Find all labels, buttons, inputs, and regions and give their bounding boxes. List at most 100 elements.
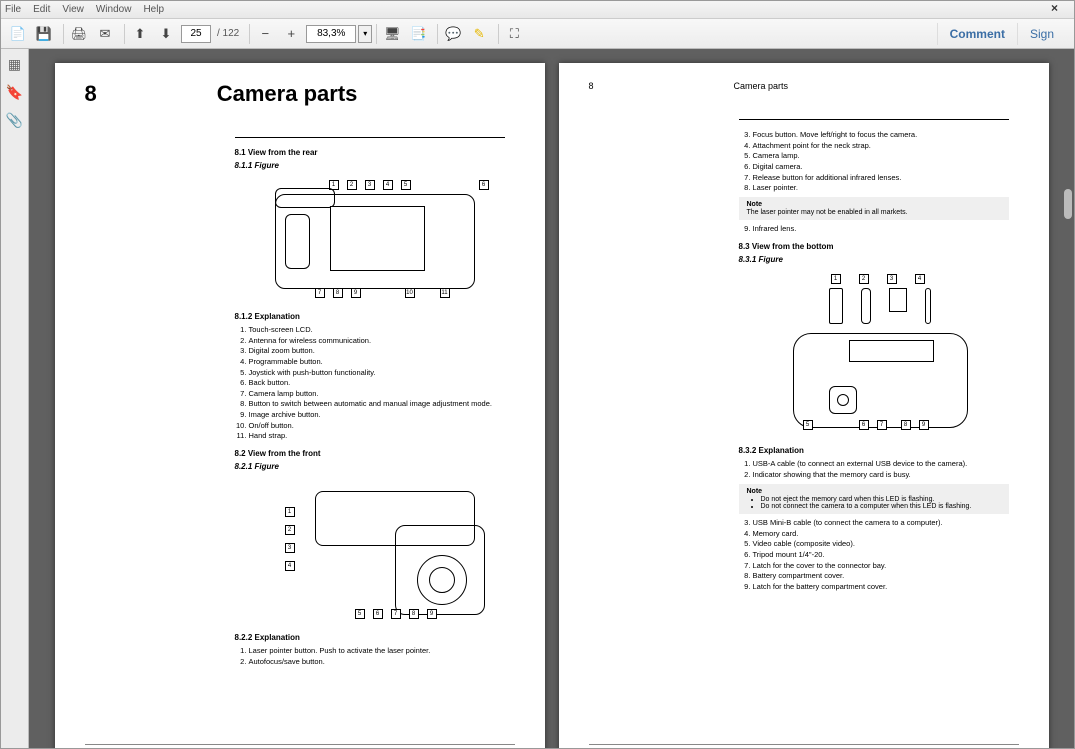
print-icon[interactable]: 🖨 (68, 23, 90, 45)
figure-heading: 8.1.1 Figure (235, 161, 505, 170)
toolbar-right: Comment Sign (937, 23, 1066, 45)
list-item: Laser pointer. (753, 183, 1009, 193)
note-text: Do not eject the memory card when this L… (761, 496, 1001, 503)
list-item: Memory card. (753, 529, 1009, 539)
tool-icon[interactable]: 📑 (407, 23, 429, 45)
rule (235, 137, 505, 138)
list-item: Video cable (composite video). (753, 539, 1009, 549)
section-heading: 8.3.2 Explanation (739, 446, 1009, 455)
separator (437, 24, 438, 44)
list-item: Image archive button. (249, 410, 505, 420)
list-item: Touch-screen LCD. (249, 325, 505, 335)
menu-window[interactable]: Window (96, 4, 132, 15)
email-icon[interactable]: ✉ (94, 23, 116, 45)
section-heading: 8.1 View from the rear (235, 148, 505, 157)
list-item: Latch for the cover to the connector bay… (753, 561, 1009, 571)
list-item: Camera lamp. (753, 151, 1009, 161)
comment-panel-button[interactable]: Comment (937, 23, 1017, 45)
list-item: Indicator showing that the memory card i… (753, 470, 1009, 480)
zoom-dropdown-icon[interactable]: ▾ (358, 25, 372, 43)
section-heading: 8.1.2 Explanation (235, 312, 505, 321)
pdf-reader-window: File Edit View Window Help × 📄 💾 🖨 ✉ ⬆ ⬇… (0, 0, 1075, 749)
document-viewer[interactable]: 8 Camera parts 8.1 View from the rear 8.… (29, 49, 1074, 748)
list-item: Attachment point for the neck strap. (753, 141, 1009, 151)
page-number-input[interactable] (181, 25, 211, 43)
page-total-label: / 122 (217, 28, 239, 39)
page-down-icon[interactable]: ⬇ (155, 23, 177, 45)
zoom-out-icon[interactable]: − (254, 23, 276, 45)
rule (739, 119, 1009, 120)
page-left: 8 Camera parts 8.1 View from the rear 8.… (55, 63, 545, 748)
close-icon[interactable]: × (1051, 1, 1058, 15)
figure-front-view: 1 2 3 4 56789 (235, 475, 505, 625)
thumbnails-icon[interactable]: ▦ (6, 55, 24, 73)
separator (376, 24, 377, 44)
list-item: Digital zoom button. (249, 346, 505, 356)
list-item: Back button. (249, 378, 505, 388)
page-up-icon[interactable]: ⬆ (129, 23, 151, 45)
separator (63, 24, 64, 44)
separator (124, 24, 125, 44)
tool-icon[interactable]: 🖥 (381, 23, 403, 45)
note-title: Note (747, 488, 1001, 495)
note-title: Note (747, 201, 1001, 208)
menu-help[interactable]: Help (143, 4, 164, 15)
section-heading: 8.2 View from the front (235, 449, 505, 458)
page-right: 8 Camera parts Focus button. Move left/r… (559, 63, 1049, 748)
menu-view[interactable]: View (62, 4, 84, 15)
sign-panel-button[interactable]: Sign (1017, 23, 1066, 45)
explanation-list: Touch-screen LCD.Antenna for wireless co… (235, 325, 505, 441)
left-sidebar: ▦ 🔖 📎 (1, 49, 29, 748)
explanation-list: USB Mini-B cable (to connect the camera … (739, 518, 1009, 592)
section-heading: 8.2.2 Explanation (235, 633, 505, 642)
note-box: Note Do not eject the memory card when t… (739, 484, 1009, 514)
bookmark-icon[interactable]: 🔖 (6, 83, 24, 101)
list-item: USB Mini-B cable (to connect the camera … (753, 518, 1009, 528)
note-text: The laser pointer may not be enabled in … (747, 209, 908, 216)
list-item: On/off button. (249, 421, 505, 431)
list-item: Tripod mount 1/4"-20. (753, 550, 1009, 560)
list-item: Programmable button. (249, 357, 505, 367)
list-item: Battery compartment cover. (753, 571, 1009, 581)
figure-heading: 8.3.1 Figure (739, 255, 1009, 264)
list-item: Digital camera. (753, 162, 1009, 172)
list-item: Autofocus/save button. (249, 657, 505, 667)
comment-bubble-icon[interactable]: 💬 (442, 23, 464, 45)
vertical-scrollbar[interactable] (1064, 49, 1072, 748)
zoom-in-icon[interactable]: + (280, 23, 302, 45)
list-item: Button to switch between automatic and m… (249, 399, 505, 409)
zoom-input[interactable] (306, 25, 356, 43)
explanation-list: Infrared lens. (739, 224, 1009, 234)
section-heading: 8.3 View from the bottom (739, 242, 1009, 251)
list-item: Camera lamp button. (249, 389, 505, 399)
figure-bottom-view: 1234 6789 5 (739, 268, 1009, 438)
separator (249, 24, 250, 44)
note-box: Note The laser pointer may not be enable… (739, 197, 1009, 220)
list-item: Release button for additional infrared l… (753, 173, 1009, 183)
save-icon[interactable]: 💾 (33, 23, 55, 45)
list-item: Latch for the battery compartment cover. (753, 582, 1009, 592)
highlight-icon[interactable]: ✎ (468, 23, 490, 45)
list-item: Hand strap. (249, 431, 505, 441)
main-area: ▦ 🔖 📎 8 Camera parts 8.1 View from the r… (1, 49, 1074, 748)
open-icon[interactable]: 📄 (7, 23, 29, 45)
explanation-list: Focus button. Move left/right to focus t… (739, 130, 1009, 193)
figure-rear-view: 12345 6 789 10 11 (235, 174, 505, 304)
toolbar: 📄 💾 🖨 ✉ ⬆ ⬇ / 122 − + ▾ 🖥 📑 💬 ✎ ⛶ Commen… (1, 19, 1074, 49)
explanation-list: USB-A cable (to connect an external USB … (739, 459, 1009, 480)
menu-file[interactable]: File (5, 4, 21, 15)
list-item: Joystick with push-button functionality. (249, 368, 505, 378)
attachment-icon[interactable]: 📎 (6, 111, 24, 129)
note-text: Do not connect the camera to a computer … (761, 503, 1001, 510)
explanation-list: Laser pointer button. Push to activate t… (235, 646, 505, 667)
menubar: File Edit View Window Help × (1, 1, 1074, 19)
menu-edit[interactable]: Edit (33, 4, 50, 15)
chapter-number: 8 (589, 81, 594, 91)
list-item: Infrared lens. (753, 224, 1009, 234)
chapter-title: Camera parts (734, 81, 789, 91)
fullscreen-icon[interactable]: ⛶ (503, 23, 525, 45)
scrollbar-thumb[interactable] (1064, 189, 1072, 219)
list-item: Focus button. Move left/right to focus t… (753, 130, 1009, 140)
separator (498, 24, 499, 44)
list-item: USB-A cable (to connect an external USB … (753, 459, 1009, 469)
